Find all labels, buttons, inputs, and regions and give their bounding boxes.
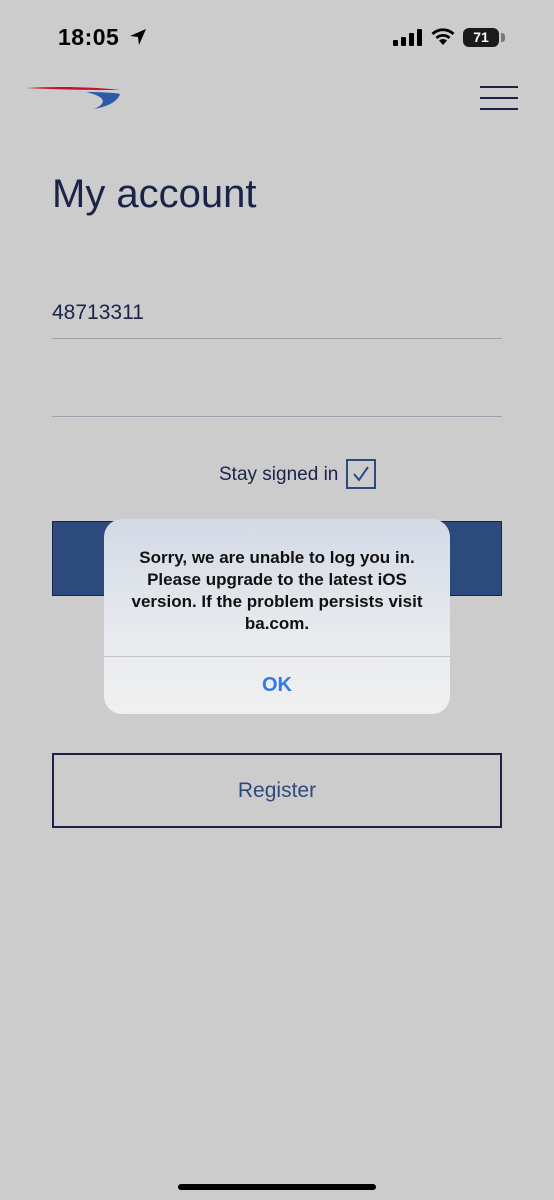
battery-cap (501, 33, 505, 42)
battery-level: 71 (473, 29, 489, 45)
status-bar: 18:05 71 (0, 0, 554, 80)
stay-signed-in-label: Stay signed in (219, 464, 339, 485)
checkmark-icon (353, 466, 369, 482)
password-field[interactable] (52, 374, 502, 417)
battery-icon: 71 (463, 28, 499, 47)
alert-message: Sorry, we are unable to log you in. Plea… (131, 548, 423, 633)
page-title: My account (52, 172, 257, 216)
login-error-alert: Sorry, we are unable to log you in. Plea… (104, 519, 450, 714)
british-airways-logo-icon (26, 86, 120, 109)
stay-signed-in-checkbox[interactable] (346, 459, 376, 489)
wifi-icon (431, 28, 455, 45)
membership-number-field[interactable]: 48713311 (52, 296, 502, 339)
status-time: 18:05 (58, 24, 120, 50)
home-indicator[interactable] (178, 1184, 376, 1190)
alert-ok-button[interactable]: OK (104, 657, 450, 714)
hamburger-menu-icon[interactable] (480, 84, 518, 112)
location-arrow-icon (130, 29, 146, 45)
register-button[interactable]: Register (52, 753, 502, 828)
signal-icon (393, 29, 422, 46)
